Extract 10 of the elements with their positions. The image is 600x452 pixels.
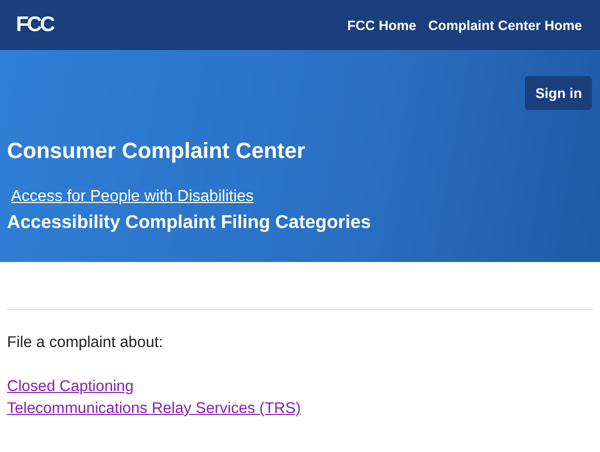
intro-text: File a complaint about: xyxy=(7,334,164,352)
category-link[interactable]: Telecommunications Relay Services (TRS) xyxy=(7,400,301,418)
logo[interactable]: FCC xyxy=(16,13,54,37)
sign-in-button[interactable]: Sign in xyxy=(525,76,592,110)
breadcrumb-link[interactable]: Access for People with Disabilities xyxy=(11,188,254,206)
nav-link[interactable]: Complaint Center Home xyxy=(428,18,582,32)
page-subtitle: Accessibility Complaint Filing Categories xyxy=(7,211,372,233)
page-title: Consumer Complaint Center xyxy=(7,138,306,164)
category-link[interactable]: Closed Captioning xyxy=(7,378,134,396)
nav-link[interactable]: FCC Home xyxy=(347,18,416,32)
